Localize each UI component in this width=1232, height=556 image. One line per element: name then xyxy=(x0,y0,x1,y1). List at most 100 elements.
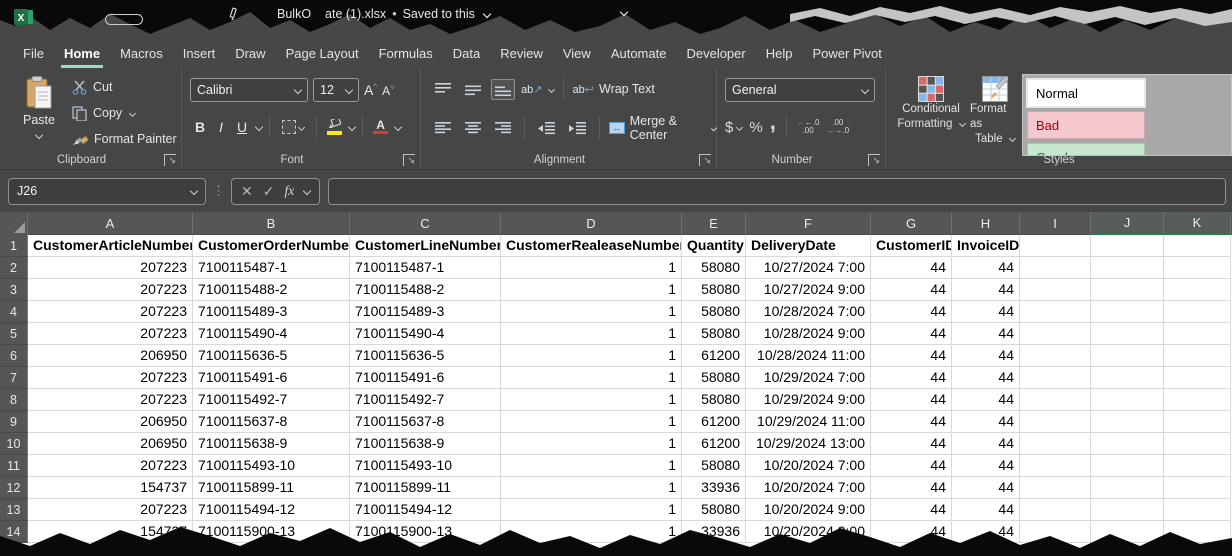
cell-E14[interactable]: 33936 xyxy=(682,521,746,543)
cell-K8[interactable] xyxy=(1164,389,1231,411)
cell-C4[interactable]: 7100115489-3 xyxy=(350,301,501,323)
cell-A1[interactable]: CustomerArticleNumber xyxy=(28,235,193,257)
cell-A11[interactable]: 207223 xyxy=(28,455,193,477)
row-header-13[interactable]: 13 xyxy=(0,499,28,521)
cell-E13[interactable]: 58080 xyxy=(682,499,746,521)
cancel-formula-button[interactable]: ✕ xyxy=(241,183,253,200)
wrap-text-button[interactable]: ab↩ Wrap Text xyxy=(573,82,655,96)
cell-H14[interactable]: 44 xyxy=(952,521,1020,543)
cell-E9[interactable]: 61200 xyxy=(682,411,746,433)
cell-K9[interactable] xyxy=(1164,411,1231,433)
cell-D8[interactable]: 1 xyxy=(501,389,682,411)
tab-draw[interactable]: Draw xyxy=(232,46,268,68)
cell-B11[interactable]: 7100115493-10 xyxy=(193,455,350,477)
cell-G5[interactable]: 44 xyxy=(871,323,952,345)
cell-F9[interactable]: 10/29/2024 11:00 xyxy=(746,411,871,433)
column-header-C[interactable]: C xyxy=(350,212,501,235)
cell-C13[interactable]: 7100115494-12 xyxy=(350,499,501,521)
tab-home[interactable]: Home xyxy=(61,46,103,68)
cell-H12[interactable]: 44 xyxy=(952,477,1020,499)
cell-J1[interactable] xyxy=(1091,235,1164,257)
cell-C6[interactable]: 7100115636-5 xyxy=(350,345,501,367)
row-header-3[interactable]: 3 xyxy=(0,279,28,301)
clipboard-dialog-launcher[interactable]: ↘ xyxy=(164,154,176,166)
font-size-select[interactable]: 12 xyxy=(313,78,359,102)
cell-B13[interactable]: 7100115494-12 xyxy=(193,499,350,521)
tab-data[interactable]: Data xyxy=(450,46,483,68)
cell-B6[interactable]: 7100115636-5 xyxy=(193,345,350,367)
cell-A5[interactable]: 207223 xyxy=(28,323,193,345)
column-header-B[interactable]: B xyxy=(193,212,350,235)
cell-F10[interactable]: 10/29/2024 13:00 xyxy=(746,433,871,455)
decrease-indent-button[interactable] xyxy=(534,118,559,139)
cell-G13[interactable]: 44 xyxy=(871,499,952,521)
cell-A14[interactable]: 154737 xyxy=(28,521,193,543)
align-top-button[interactable] xyxy=(431,79,455,100)
font-color-button[interactable]: A xyxy=(370,119,391,136)
align-left-button[interactable] xyxy=(431,118,455,139)
cell-K6[interactable] xyxy=(1164,345,1231,367)
italic-button[interactable]: I xyxy=(214,117,228,137)
cell-E4[interactable]: 58080 xyxy=(682,301,746,323)
cell-I2[interactable] xyxy=(1020,257,1091,279)
cell-J7[interactable] xyxy=(1091,367,1164,389)
row-header-9[interactable]: 9 xyxy=(0,411,28,433)
cell-J3[interactable] xyxy=(1091,279,1164,301)
cell-C1[interactable]: CustomerLineNumber xyxy=(350,235,501,257)
currency-button[interactable]: $ xyxy=(725,119,742,136)
cell-D11[interactable]: 1 xyxy=(501,455,682,477)
cell-B2[interactable]: 7100115487-1 xyxy=(193,257,350,279)
cell-H8[interactable]: 44 xyxy=(952,389,1020,411)
cell-H5[interactable]: 44 xyxy=(952,323,1020,345)
tab-review[interactable]: Review xyxy=(497,46,546,68)
name-box[interactable]: J26 xyxy=(8,178,206,205)
cell-K11[interactable] xyxy=(1164,455,1231,477)
column-header-D[interactable]: D xyxy=(501,212,682,235)
cell-I4[interactable] xyxy=(1020,301,1091,323)
font-color-chevron[interactable] xyxy=(394,123,402,131)
row-header-4[interactable]: 4 xyxy=(0,301,28,323)
row-header-14[interactable]: 14 xyxy=(0,521,28,543)
cell-J8[interactable] xyxy=(1091,389,1164,411)
cell-D9[interactable]: 1 xyxy=(501,411,682,433)
cell-style-normal[interactable]: Normal xyxy=(1027,79,1145,107)
cell-E3[interactable]: 58080 xyxy=(682,279,746,301)
cell-H3[interactable]: 44 xyxy=(952,279,1020,301)
cell-I11[interactable] xyxy=(1020,455,1091,477)
cell-G2[interactable]: 44 xyxy=(871,257,952,279)
cell-A6[interactable]: 206950 xyxy=(28,345,193,367)
cell-E10[interactable]: 61200 xyxy=(682,433,746,455)
autosave-toggle[interactable] xyxy=(105,14,143,25)
cell-G7[interactable]: 44 xyxy=(871,367,952,389)
cell-J4[interactable] xyxy=(1091,301,1164,323)
cell-J5[interactable] xyxy=(1091,323,1164,345)
cell-F6[interactable]: 10/28/2024 11:00 xyxy=(746,345,871,367)
tab-power-pivot[interactable]: Power Pivot xyxy=(809,46,884,68)
align-bottom-button[interactable] xyxy=(491,79,515,100)
row-header-7[interactable]: 7 xyxy=(0,367,28,389)
cell-B4[interactable]: 7100115489-3 xyxy=(193,301,350,323)
cell-B3[interactable]: 7100115488-2 xyxy=(193,279,350,301)
cell-C10[interactable]: 7100115638-9 xyxy=(350,433,501,455)
cell-D12[interactable]: 1 xyxy=(501,477,682,499)
cell-F4[interactable]: 10/28/2024 7:00 xyxy=(746,301,871,323)
column-header-E[interactable]: E xyxy=(682,212,746,235)
cell-G10[interactable]: 44 xyxy=(871,433,952,455)
cell-C2[interactable]: 7100115487-1 xyxy=(350,257,501,279)
comma-style-button[interactable]: , xyxy=(770,122,776,132)
orientation-button[interactable]: ab↗ xyxy=(521,83,554,96)
cell-I8[interactable] xyxy=(1020,389,1091,411)
cell-H6[interactable]: 44 xyxy=(952,345,1020,367)
font-dialog-launcher[interactable]: ↘ xyxy=(403,154,415,166)
cell-A4[interactable]: 207223 xyxy=(28,301,193,323)
alignment-dialog-launcher[interactable]: ↘ xyxy=(699,154,711,166)
cell-K7[interactable] xyxy=(1164,367,1231,389)
cell-D1[interactable]: CustomerRealeaseNumber xyxy=(501,235,682,257)
cell-A7[interactable]: 207223 xyxy=(28,367,193,389)
cell-F13[interactable]: 10/20/2024 9:00 xyxy=(746,499,871,521)
document-title[interactable]: BulkO ate (1).xlsx • Saved to this xyxy=(277,7,490,21)
cell-B5[interactable]: 7100115490-4 xyxy=(193,323,350,345)
chevron-down-icon[interactable] xyxy=(483,10,491,18)
row-header-6[interactable]: 6 xyxy=(0,345,28,367)
cell-B7[interactable]: 7100115491-6 xyxy=(193,367,350,389)
